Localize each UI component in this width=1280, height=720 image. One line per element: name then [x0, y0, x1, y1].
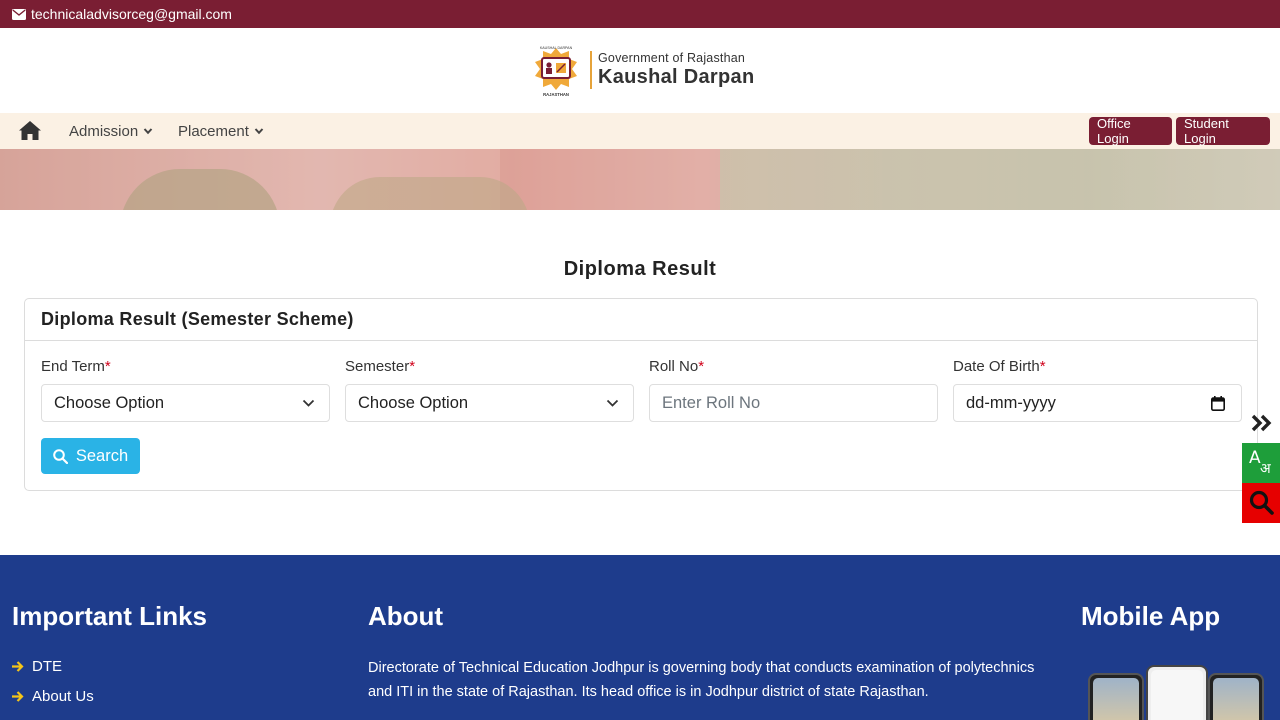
- logo-text: Government of Rajasthan Kaushal Darpan: [598, 51, 755, 88]
- nav-admission[interactable]: Admission: [69, 113, 153, 149]
- top-contact-bar: technicaladvisorceg@gmail.com: [0, 0, 1280, 28]
- logo-badge-bottom: RAJASTHAN: [543, 92, 569, 97]
- student-login-button[interactable]: Student Login: [1176, 116, 1270, 146]
- chevron-down-icon: [254, 128, 264, 135]
- card-title: Diploma Result (Semester Scheme): [25, 299, 1257, 341]
- search-icon: [53, 448, 68, 464]
- semester-value: Choose Option: [358, 393, 469, 412]
- kaushal-darpan-logo-icon: KAUSHAL DARPAN RAJASTHAN: [535, 46, 577, 97]
- contact-email[interactable]: technicaladvisorceg@gmail.com: [31, 6, 232, 22]
- about-heading: About: [368, 601, 444, 631]
- nav-admission-label: Admission: [69, 122, 139, 140]
- semester-label: Semester*: [345, 358, 416, 375]
- office-login-button[interactable]: Office Login: [1089, 116, 1172, 146]
- end-term-label: End Term*: [41, 358, 111, 375]
- site-search-button[interactable]: [1242, 483, 1280, 523]
- page-title: Diploma Result: [563, 258, 717, 280]
- footer-link-label: DTE: [32, 658, 62, 675]
- envelope-icon: [12, 8, 26, 20]
- roll-no-label: Roll No*: [649, 358, 705, 375]
- svg-text:अ: अ: [1260, 461, 1271, 477]
- dob-placeholder: dd-mm-yyyy: [966, 393, 1056, 412]
- site-header: KAUSHAL DARPAN RAJASTHAN Government of R…: [0, 28, 1280, 113]
- logo-subtitle: Government of Rajasthan: [598, 51, 746, 66]
- nav-placement-label: Placement: [178, 122, 249, 140]
- site-footer: Important Links DTE About Us About Direc…: [0, 555, 1280, 720]
- end-term-value: Choose Option: [54, 393, 165, 412]
- site-logo[interactable]: KAUSHAL DARPAN RAJASTHAN Government of R…: [528, 42, 758, 98]
- search-button-label: Search: [75, 446, 129, 465]
- semester-select[interactable]: Choose Option: [345, 384, 634, 422]
- double-chevron-right-icon[interactable]: [1248, 411, 1276, 435]
- chevron-down-icon: [606, 399, 619, 407]
- home-icon[interactable]: [19, 121, 41, 140]
- chevron-down-icon: [143, 128, 153, 135]
- hero-banner-image: [0, 149, 1280, 210]
- end-term-select[interactable]: Choose Option: [41, 384, 330, 422]
- roll-no-input[interactable]: Enter Roll No: [649, 384, 938, 422]
- dob-input[interactable]: dd-mm-yyyy: [953, 384, 1242, 422]
- language-toggle-button[interactable]: A अ: [1242, 443, 1280, 483]
- arrow-right-icon: [12, 661, 24, 672]
- search-icon: [1249, 490, 1274, 515]
- about-text: Directorate of Technical Education Jodhp…: [368, 660, 1035, 700]
- footer-link-dte[interactable]: DTE: [12, 658, 62, 675]
- logo-title: Kaushal Darpan: [598, 65, 755, 88]
- calendar-icon[interactable]: [1211, 396, 1225, 411]
- logo-badge-top: KAUSHAL DARPAN: [540, 46, 573, 50]
- roll-no-placeholder: Enter Roll No: [662, 393, 761, 412]
- mobile-app-heading: Mobile App: [1081, 601, 1221, 631]
- translate-icon: A अ: [1249, 448, 1271, 477]
- main-navbar: Admission Placement Office Login Student…: [0, 113, 1280, 149]
- logo-divider: [590, 51, 592, 89]
- dob-label: Date Of Birth*: [953, 358, 1046, 375]
- footer-link-about-us[interactable]: About Us: [12, 688, 94, 705]
- result-form-card: Diploma Result (Semester Scheme) End Ter…: [24, 298, 1258, 491]
- search-button[interactable]: Search: [41, 438, 140, 474]
- important-links-heading: Important Links: [12, 601, 208, 631]
- chevron-down-icon: [302, 399, 315, 407]
- footer-link-label: About Us: [32, 688, 94, 705]
- arrow-right-icon: [12, 691, 24, 702]
- nav-placement[interactable]: Placement: [178, 113, 264, 149]
- mobile-app-image: [1088, 665, 1268, 720]
